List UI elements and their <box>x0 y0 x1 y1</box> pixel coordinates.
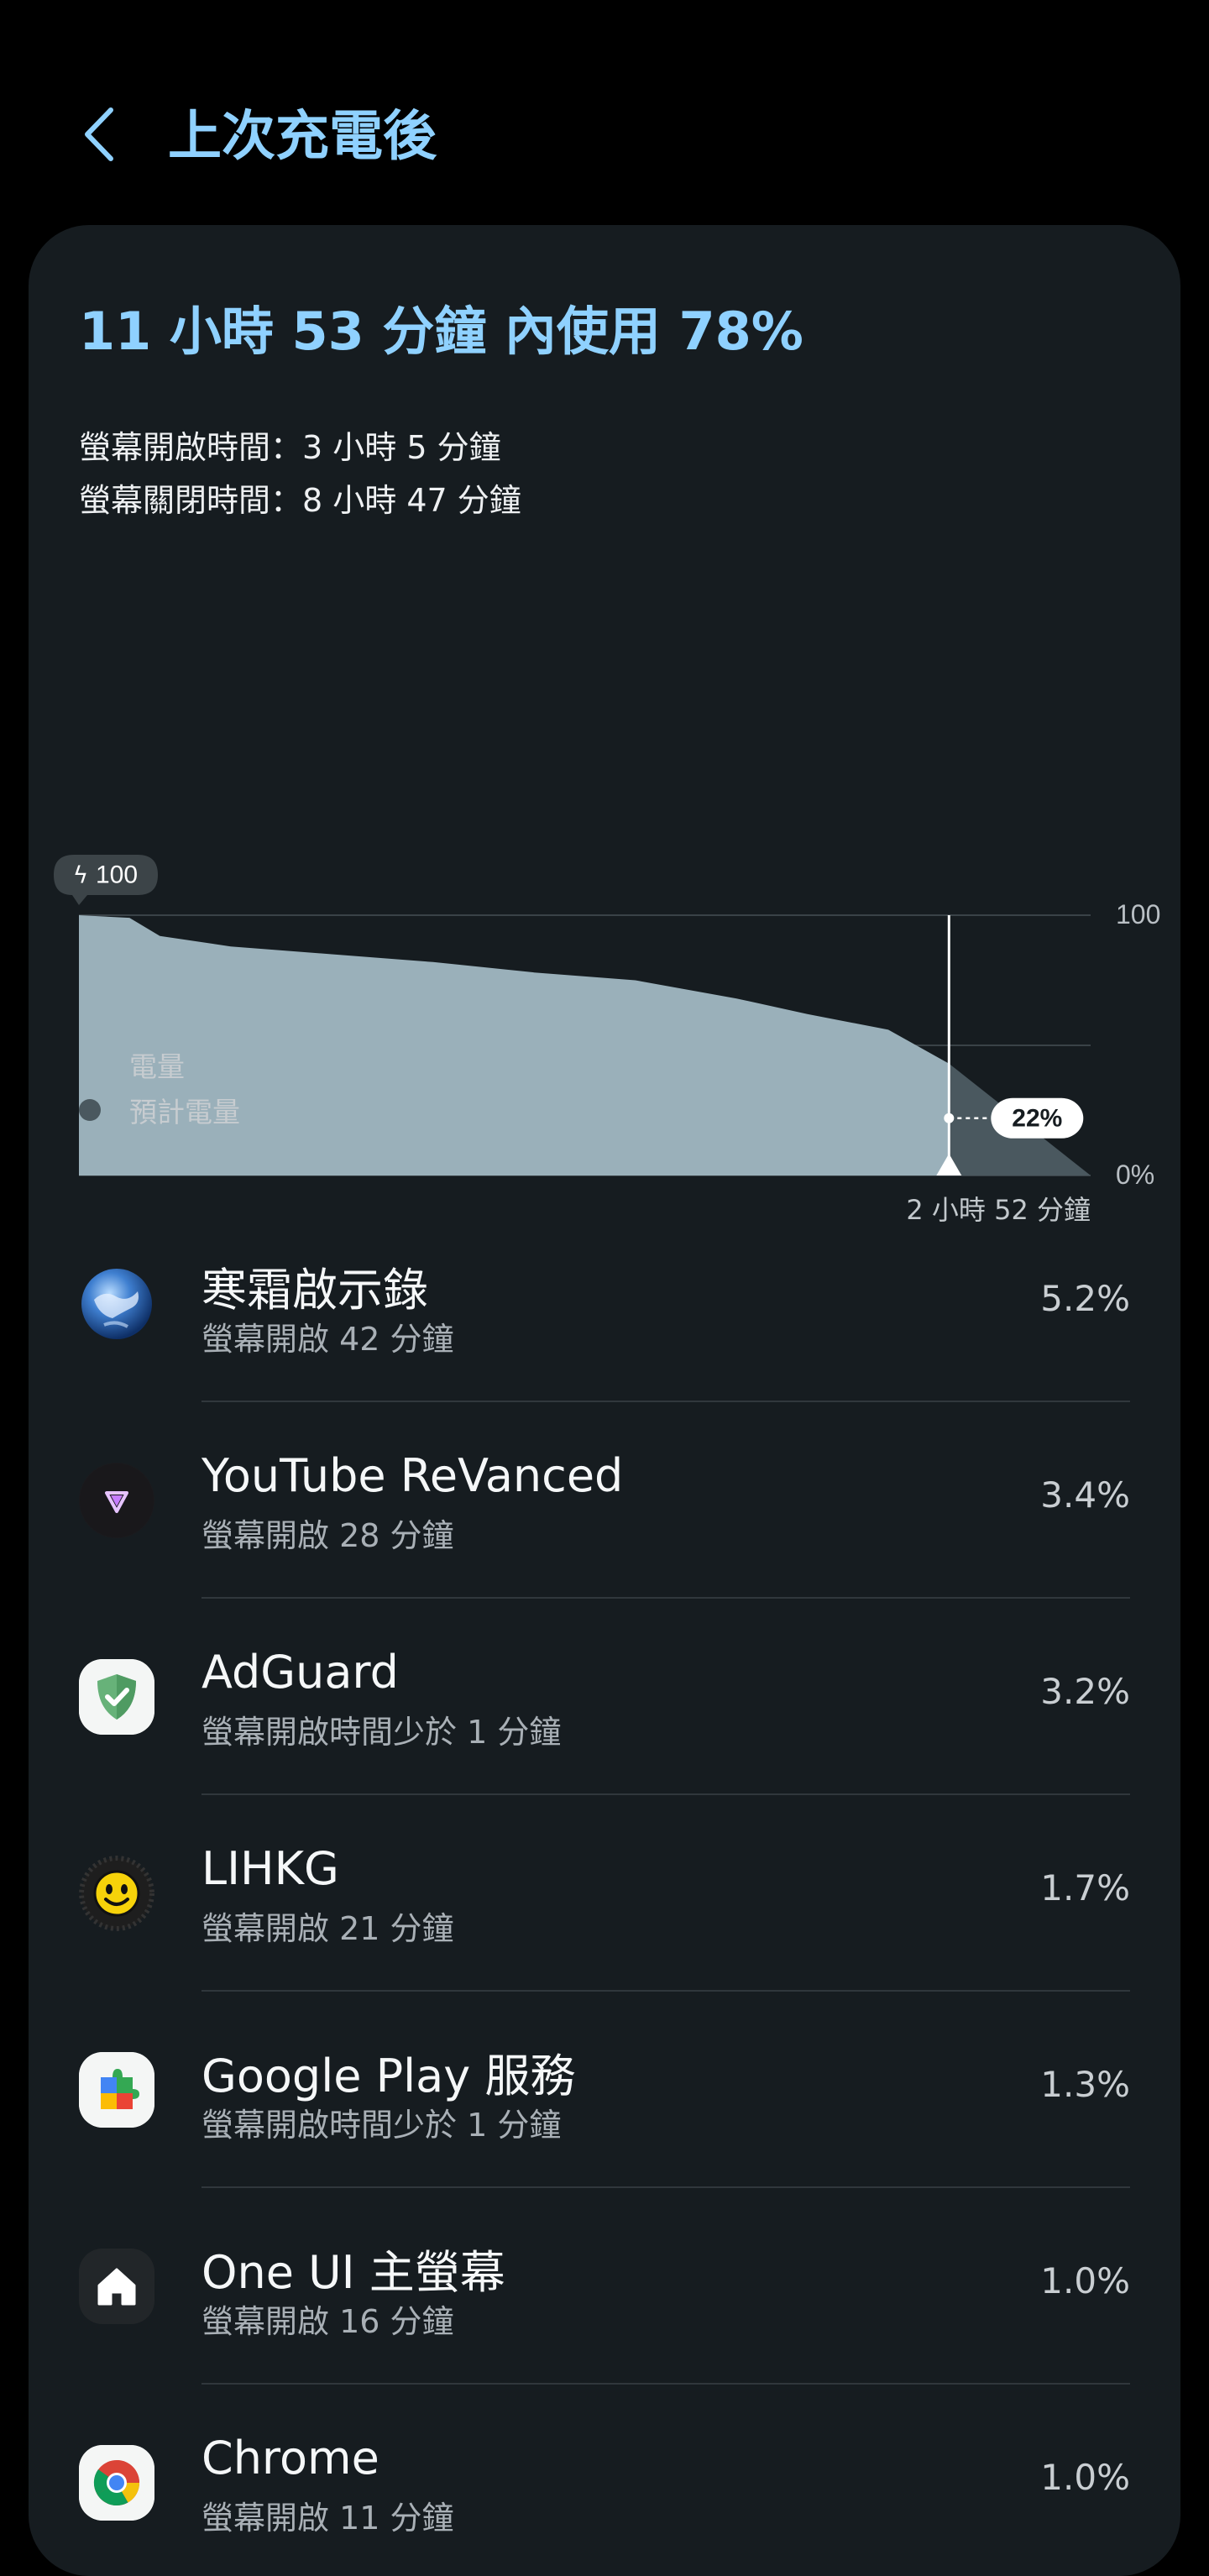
chrome-icon <box>79 2445 154 2521</box>
legend-item-projected: 預計電量 <box>79 1090 240 1130</box>
app-row-chrome[interactable]: Chrome 螢幕開啟 11 分鐘 1.0% <box>29 2385 1180 2576</box>
app-usage-percent: 1.0% <box>1040 2260 1130 2301</box>
current-value-label: 22% <box>991 1097 1084 1139</box>
app-usage-percent: 3.4% <box>1040 1474 1130 1516</box>
legend-item-charge: 電量 <box>79 1045 185 1085</box>
app-row-google-play-services[interactable]: Google Play 服務 螢幕開啟時間少於 1 分鐘 1.3% <box>29 1992 1180 2188</box>
puzzle-piece-icon <box>79 2052 154 2128</box>
app-row-adguard[interactable]: AdGuard 螢幕開啟時間少於 1 分鐘 3.2% <box>29 1599 1180 1795</box>
smiley-face-icon <box>79 1856 154 1931</box>
app-screen-time: 螢幕開啟 28 分鐘 <box>202 1517 454 1554</box>
charged-to-badge: ϟ 100 <box>54 855 158 905</box>
app-usage-percent: 5.2% <box>1040 1278 1130 1319</box>
y-tick-label: 0% <box>1116 1160 1154 1190</box>
app-name: LIHKG <box>202 1842 339 1895</box>
screen-on-time: 螢幕開啟時間：3 小時 5 分鐘 <box>79 429 501 466</box>
charged-to-text: 100 <box>96 861 138 889</box>
app-row-one-ui-home[interactable]: One UI 主螢幕 螢幕開啟 16 分鐘 1.0% <box>29 2188 1180 2385</box>
legend-dot-charge <box>79 1054 101 1076</box>
battery-usage-card: 11 小時 53 分鐘 內使用 78% 螢幕開啟時間：3 小時 5 分鐘 螢幕關… <box>29 225 1180 2576</box>
legend-label-projected: 預計電量 <box>129 1096 240 1128</box>
battery-chart-svg: 1000% 22% ϟ 100 2 小時 52 分鐘 <box>54 855 1160 1226</box>
app-row-youtube-revanced[interactable]: YouTube ReVanced 螢幕開啟 28 分鐘 3.4% <box>29 1402 1180 1599</box>
app-usage-percent: 1.3% <box>1040 2064 1130 2105</box>
charge-area <box>79 915 950 1175</box>
app-screen-time: 螢幕開啟時間少於 1 分鐘 <box>202 1714 562 1751</box>
y-tick-label: 100 <box>1116 899 1160 929</box>
screen-off-time: 螢幕關閉時間：8 小時 47 分鐘 <box>79 482 521 519</box>
back-button[interactable] <box>65 94 133 175</box>
top-app-bar: 上次充電後 <box>0 0 1209 218</box>
app-screen-time: 螢幕開啟 11 分鐘 <box>202 2500 454 2537</box>
app-name: One UI 主螢幕 <box>202 2246 505 2299</box>
globe-game-icon <box>79 1266 154 1342</box>
app-usage-percent: 1.7% <box>1040 1867 1130 1908</box>
revanced-icon <box>79 1463 154 1538</box>
app-usage-list: 寒霜啟示錄 螢幕開啟 42 分鐘 5.2% YouTube ReVanced 螢… <box>29 1206 1180 2576</box>
app-name: Google Play 服務 <box>202 2050 576 2102</box>
lightning-bolt-icon: ϟ <box>73 861 88 889</box>
app-name: YouTube ReVanced <box>202 1449 624 1502</box>
usage-summary: 11 小時 53 分鐘 內使用 78% <box>79 301 803 362</box>
app-name: Chrome <box>202 2432 379 2484</box>
app-row-frost[interactable]: 寒霜啟示錄 螢幕開啟 42 分鐘 5.2% <box>29 1206 1180 1402</box>
app-usage-percent: 1.0% <box>1040 2457 1130 2498</box>
page-title: 上次充電後 <box>168 106 437 168</box>
app-name: AdGuard <box>202 1646 399 1699</box>
current-value-dot <box>944 1113 955 1123</box>
chevron-left-icon <box>85 107 113 161</box>
shield-check-icon <box>79 1659 154 1735</box>
app-screen-time: 螢幕開啟時間少於 1 分鐘 <box>202 2107 562 2144</box>
app-screen-time: 螢幕開啟 21 分鐘 <box>202 1910 454 1947</box>
app-row-lihkg[interactable]: LIHKG 螢幕開啟 21 分鐘 1.7% <box>29 1795 1180 1992</box>
app-screen-time: 螢幕開啟 42 分鐘 <box>202 1321 454 1358</box>
battery-chart[interactable]: 100 0% 22% ϟ 100 2 小時 52 分鐘 <box>29 620 1180 1258</box>
legend-label-charge: 電量 <box>129 1050 185 1083</box>
home-icon <box>79 2249 154 2324</box>
app-usage-percent: 3.2% <box>1040 1671 1130 1712</box>
current-value-text: 22% <box>1012 1104 1062 1132</box>
app-screen-time: 螢幕開啟 16 分鐘 <box>202 2303 454 2340</box>
legend-dot-projected <box>79 1099 101 1121</box>
app-name: 寒霜啟示錄 <box>202 1264 428 1317</box>
